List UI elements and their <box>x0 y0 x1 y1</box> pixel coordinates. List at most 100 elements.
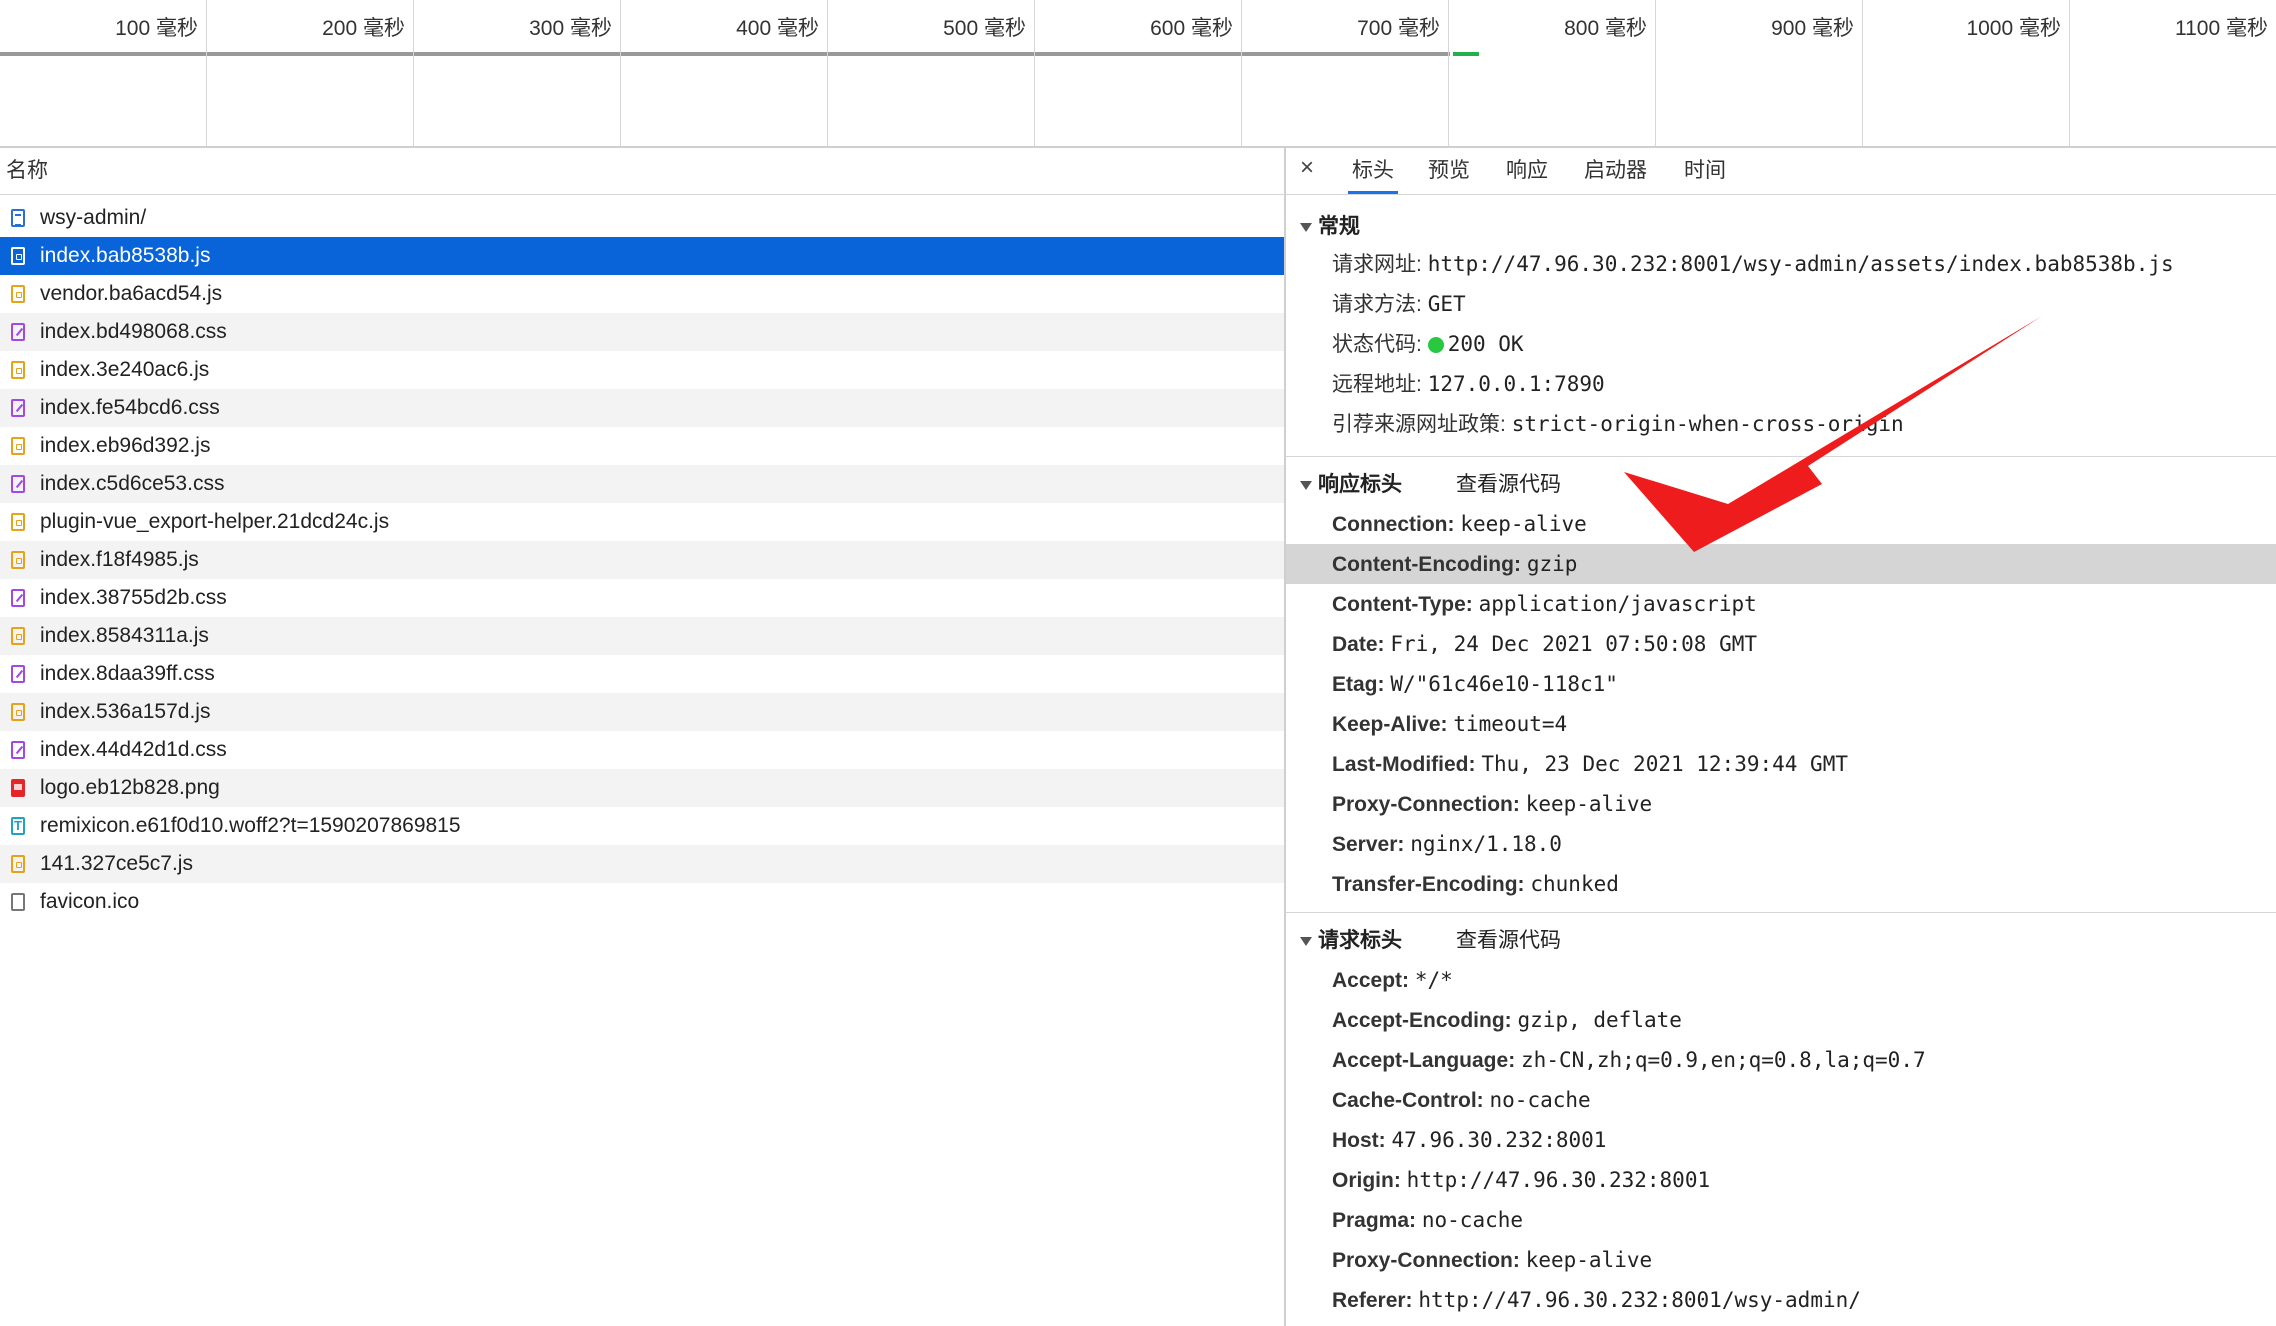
request-row[interactable]: wsy-admin/ <box>0 199 1284 237</box>
request-name: index.bab8538b.js <box>40 244 211 267</box>
general-section-title[interactable]: 常规 <box>1300 210 1360 240</box>
request-row[interactable]: index.536a157d.js <box>0 693 1284 731</box>
header-key: Last-Modified: <box>1332 753 1476 776</box>
request-rows: wsy-admin/index.bab8538b.js vendor.ba6acd… <box>0 199 1284 921</box>
tab-preview[interactable]: 预览 <box>1428 148 1470 194</box>
timeline-tick-label: 500 毫秒 <box>943 17 1026 40</box>
header-key: Etag: <box>1332 673 1385 696</box>
request-row[interactable]: 141.327ce5c7.js <box>0 845 1284 883</box>
timeline-tick: 700 毫秒 <box>1242 0 1449 146</box>
tab-headers[interactable]: 标头 <box>1348 148 1398 194</box>
request-row[interactable]: index.44d42d1d.css <box>0 731 1284 769</box>
js-file-icon <box>11 703 25 721</box>
header-value: http://47.96.30.232:8001 <box>1406 1168 1711 1192</box>
timeline-tick-label: 900 毫秒 <box>1771 17 1854 40</box>
request-row[interactable]: index.38755d2b.css <box>0 579 1284 617</box>
request-name: logo.eb12b828.png <box>40 776 220 799</box>
request-row[interactable]: index.3e240ac6.js <box>0 351 1284 389</box>
tab-initiator[interactable]: 启动器 <box>1584 148 1647 194</box>
section-divider <box>1286 456 2276 457</box>
header-key: Host: <box>1332 1129 1386 1152</box>
request-row[interactable]: index.fe54bcd6.css <box>0 389 1284 427</box>
header-key: Connection: <box>1332 513 1455 536</box>
css-file-icon <box>11 399 25 417</box>
expand-triangle-icon <box>1300 480 1312 490</box>
js-file-icon <box>11 361 25 379</box>
request-row[interactable]: index.eb96d392.js <box>0 427 1284 465</box>
request-row[interactable]: index.bab8538b.js <box>0 237 1284 275</box>
header-row: 远程地址: 127.0.0.1:7890 <box>1332 364 1605 404</box>
timeline-overview[interactable]: 100 毫秒 200 毫秒 300 毫秒 400 毫秒 500 毫秒 600 毫秒 700 … <box>0 0 2276 148</box>
close-icon[interactable]: × <box>1300 154 1314 182</box>
request-name: index.f18f4985.js <box>40 548 199 571</box>
view-source-link[interactable]: 查看源代码 <box>1456 924 1561 954</box>
expand-triangle-icon <box>1300 936 1312 946</box>
request-row[interactable]: index.f18f4985.js <box>0 541 1284 579</box>
request-row[interactable]: index.8584311a.js <box>0 617 1284 655</box>
header-row: Cache-Control: no-cache <box>1332 1080 1591 1120</box>
header-key: 请求网址: <box>1332 253 1422 276</box>
request-name: plugin-vue_export-helper.21dcd24c.js <box>40 510 390 533</box>
tab-response[interactable]: 响应 <box>1506 148 1548 194</box>
header-value: timeout=4 <box>1453 712 1568 736</box>
header-key: Pragma: <box>1332 1209 1417 1232</box>
timeline-tick: 900 毫秒 <box>1656 0 1863 146</box>
request-name: remixicon.e61f0d10.woff2?t=1590207869815 <box>40 814 461 837</box>
request-row[interactable]: index.c5d6ce53.css <box>0 465 1284 503</box>
header-row: Accept-Encoding: gzip, deflate <box>1332 1000 1682 1040</box>
header-value: chunked <box>1530 872 1619 896</box>
header-key: Origin: <box>1332 1169 1401 1192</box>
header-value: 127.0.0.1:7890 <box>1427 372 1605 396</box>
section-divider <box>1286 912 2276 913</box>
timeline-tick-label: 800 毫秒 <box>1564 17 1647 40</box>
header-row: Connection: keep-alive <box>1332 504 1587 544</box>
timeline-tick: 200 毫秒 <box>207 0 414 146</box>
header-row: Origin: http://47.96.30.232:8001 <box>1332 1160 1710 1200</box>
header-key: Referer: <box>1332 1289 1413 1312</box>
js-file-icon <box>11 513 25 531</box>
header-key: Proxy-Connection: <box>1332 1249 1520 1272</box>
timeline-tick-label: 600 毫秒 <box>1150 17 1233 40</box>
header-row: Proxy-Connection: keep-alive <box>1332 784 1652 824</box>
header-value: http://47.96.30.232:8001/wsy-admin/asset… <box>1427 252 2174 276</box>
js-file-icon <box>11 437 25 455</box>
request-row[interactable]: remixicon.e61f0d10.woff2?t=1590207869815 <box>0 807 1284 845</box>
header-value: keep-alive <box>1460 512 1587 536</box>
header-value: no-cache <box>1421 1208 1524 1232</box>
request-name: index.8daa39ff.css <box>40 662 215 685</box>
header-row: Etag: W/"61c46e10-118c1" <box>1332 664 1618 704</box>
header-value: Fri, 24 Dec 2021 07:50:08 GMT <box>1390 632 1758 656</box>
header-value: keep-alive <box>1525 1248 1653 1272</box>
request-row[interactable]: plugin-vue_export-helper.21dcd24c.js <box>0 503 1284 541</box>
js-file-icon <box>11 627 25 645</box>
response-headers-section-title[interactable]: 响应标头 <box>1300 468 1402 498</box>
doc-file-icon <box>11 209 25 227</box>
header-key: Date: <box>1332 633 1385 656</box>
request-row[interactable]: index.8daa39ff.css <box>0 655 1284 693</box>
view-source-link[interactable]: 查看源代码 <box>1456 468 1561 498</box>
timeline-tick: 600 毫秒 <box>1035 0 1242 146</box>
header-row: 请求方法: GET <box>1332 284 1466 324</box>
request-name: favicon.ico <box>40 890 140 913</box>
status-ok-icon <box>1427 337 1444 353</box>
js-file-icon <box>11 855 25 873</box>
header-row: Transfer-Encoding: chunked <box>1332 864 1619 904</box>
tab-timing[interactable]: 时间 <box>1684 148 1726 194</box>
header-value: 47.96.30.232:8001 <box>1391 1128 1607 1152</box>
header-key: 引荐来源网址政策: <box>1332 413 1506 436</box>
header-value: */* <box>1414 968 1453 992</box>
details-tabbar: × 标头 预览 响应 启动器 时间 <box>1286 148 2276 195</box>
request-row[interactable]: favicon.ico <box>0 883 1284 921</box>
request-name: index.3e240ac6.js <box>40 358 210 381</box>
header-value: gzip <box>1526 552 1578 576</box>
request-headers-section-title[interactable]: 请求标头 <box>1300 924 1402 954</box>
header-key: 状态代码: <box>1332 333 1422 356</box>
request-row[interactable]: index.bd498068.css <box>0 313 1284 351</box>
header-value: http://47.96.30.232:8001/wsy-admin/ <box>1418 1288 1861 1312</box>
request-row[interactable]: vendor.ba6acd54.js <box>0 275 1284 313</box>
name-column-header[interactable]: 名称 <box>0 148 1284 195</box>
timeline-tick-label: 300 毫秒 <box>529 17 612 40</box>
request-name: index.fe54bcd6.css <box>40 396 220 419</box>
request-row[interactable]: logo.eb12b828.png <box>0 769 1284 807</box>
request-list: 名称 wsy-admin/index.bab8538b.js vendor.ba6… <box>0 148 1286 1326</box>
